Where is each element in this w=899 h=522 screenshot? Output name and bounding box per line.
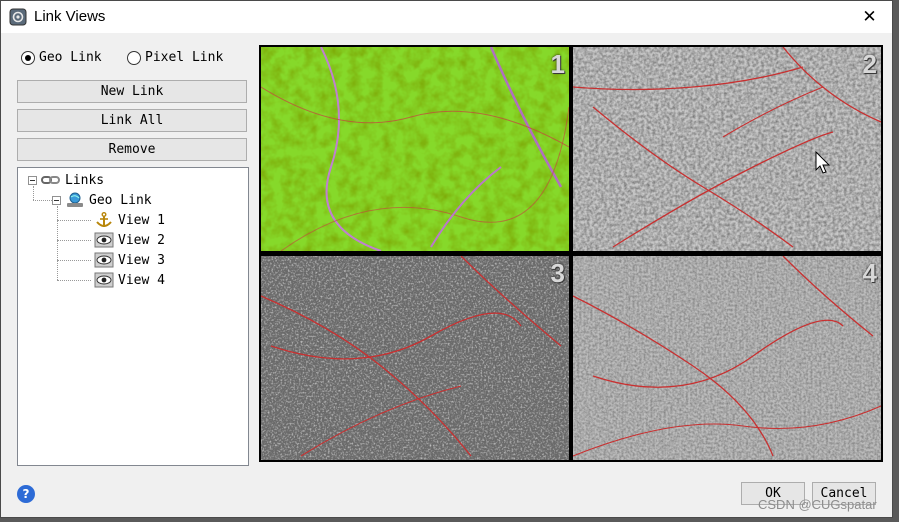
collapse-icon[interactable]	[52, 195, 61, 205]
light-grayscale-image	[573, 256, 881, 460]
view-panel-2[interactable]: 2	[573, 47, 881, 251]
new-link-button[interactable]: New Link	[17, 80, 247, 103]
tree-item-links[interactable]: Links	[28, 171, 104, 189]
tree-label-view-3: View 3	[118, 252, 165, 268]
link-all-button[interactable]: Link All	[17, 109, 247, 132]
radio-selected-icon	[21, 50, 35, 65]
desktop-background	[893, 0, 899, 522]
radio-unselected-icon	[127, 50, 141, 65]
geo-link-radio[interactable]: Geo Link	[21, 50, 102, 65]
geo-link-label: Geo Link	[39, 50, 102, 65]
tree-item-geo-link[interactable]: Geo Link	[52, 191, 152, 209]
linked-views-grid: 1 2 3 4	[259, 45, 883, 462]
view-number-label: 1	[550, 49, 565, 79]
tree-label-view-2: View 2	[118, 232, 165, 248]
link-views-dialog: Link Views ✕ Geo Link Pixel Link New Lin…	[0, 0, 893, 518]
terrain-image	[261, 47, 569, 251]
view-number-label: 2	[862, 49, 877, 79]
globe-link-icon	[67, 192, 83, 207]
title-bar: Link Views ✕	[1, 1, 892, 33]
anchor-icon	[96, 212, 112, 227]
view-number-label: 4	[862, 258, 877, 288]
tree-label-links: Links	[65, 172, 105, 188]
eye-icon	[94, 252, 114, 268]
eye-icon	[94, 232, 114, 248]
tree-label-geo-link: Geo Link	[89, 192, 152, 208]
mouse-cursor-icon	[815, 151, 831, 174]
view-panel-3[interactable]: 3	[261, 256, 569, 460]
tree-connector	[57, 220, 91, 221]
close-button[interactable]: ✕	[847, 1, 892, 33]
desktop-background-bottom	[0, 518, 899, 522]
collapse-icon[interactable]	[28, 175, 37, 185]
watermark-text: CSDN @CUGspatar	[758, 497, 877, 512]
pixel-link-label: Pixel Link	[145, 50, 224, 65]
view-panel-4[interactable]: 4	[573, 256, 881, 460]
tree-item-view-3[interactable]: View 3	[94, 251, 165, 269]
view-panel-1[interactable]: 1	[261, 47, 569, 251]
tree-connector	[57, 260, 91, 261]
eye-icon	[94, 272, 114, 288]
chain-link-icon	[41, 176, 60, 184]
view-number-label: 3	[550, 258, 565, 288]
links-tree[interactable]: Links Geo Link View 1 View 2 View 3 View…	[17, 167, 249, 466]
tree-connector	[57, 240, 91, 241]
hillshade-image	[573, 47, 881, 251]
tree-item-view-1[interactable]: View 1	[94, 211, 165, 229]
tree-connector	[57, 280, 91, 281]
tree-item-view-4[interactable]: View 4	[94, 271, 165, 289]
dark-grayscale-image	[261, 256, 569, 460]
tree-label-view-4: View 4	[118, 272, 165, 288]
help-icon: ?	[22, 487, 30, 501]
pixel-link-radio[interactable]: Pixel Link	[127, 50, 223, 65]
window-title: Link Views	[34, 8, 106, 25]
remove-button[interactable]: Remove	[17, 138, 247, 161]
close-icon: ✕	[862, 7, 877, 27]
tree-connector	[33, 200, 52, 201]
tree-label-view-1: View 1	[118, 212, 165, 228]
help-button[interactable]: ?	[17, 485, 35, 503]
tree-connector	[57, 206, 58, 280]
tree-item-view-2[interactable]: View 2	[94, 231, 165, 249]
app-icon	[9, 8, 27, 26]
